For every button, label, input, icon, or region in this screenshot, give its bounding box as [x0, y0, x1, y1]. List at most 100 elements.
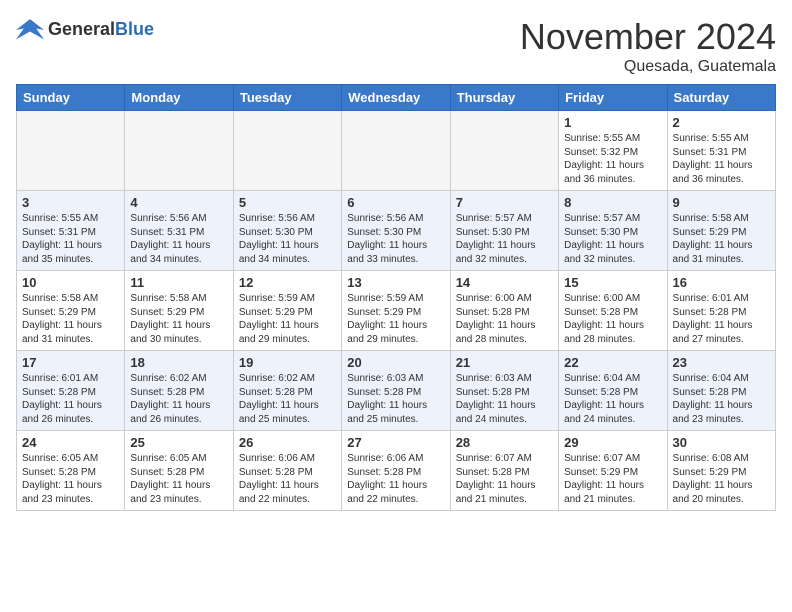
day-info: Sunrise: 6:00 AM Sunset: 5:28 PM Dayligh… — [564, 292, 661, 346]
calendar-day-cell: 1 Sunrise: 5:55 AM Sunset: 5:32 PM Daylig… — [559, 111, 667, 191]
day-number: 8 — [564, 195, 661, 210]
calendar-day-cell: 18Sunrise: 6:02 AM Sunset: 5:28 PM Dayli… — [125, 351, 233, 431]
calendar-day-cell: 11 Sunrise: 5:58 AM Sunset: 5:29 PM Dayli… — [125, 271, 233, 351]
day-info: Sunrise: 5:56 AM Sunset: 5:31 PM Dayligh… — [130, 212, 227, 266]
calendar-day-cell: 30Sunrise: 6:08 AM Sunset: 5:29 PM Dayli… — [667, 431, 775, 511]
calendar-day-cell: 5Sunrise: 5:56 AM Sunset: 5:30 PM Daylig… — [233, 191, 341, 271]
calendar-day-cell — [342, 111, 450, 191]
logo: GeneralBlue — [16, 16, 154, 44]
day-number: 25 — [130, 435, 227, 450]
calendar-day-cell — [125, 111, 233, 191]
day-number: 2 — [673, 115, 770, 130]
day-of-week-header: Tuesday — [233, 85, 341, 111]
day-number: 22 — [564, 355, 661, 370]
day-info: Sunrise: 6:01 AM Sunset: 5:28 PM Dayligh… — [22, 372, 119, 426]
calendar-day-cell: 3 Sunrise: 5:55 AM Sunset: 5:31 PM Daylig… — [17, 191, 125, 271]
day-number: 4 — [130, 195, 227, 210]
day-number: 29 — [564, 435, 661, 450]
calendar-day-cell: 29 Sunrise: 6:07 AM Sunset: 5:29 PM Dayli… — [559, 431, 667, 511]
calendar-day-cell: 8 Sunrise: 5:57 AM Sunset: 5:30 PM Daylig… — [559, 191, 667, 271]
day-number: 28 — [456, 435, 553, 450]
calendar-day-cell: 20Sunrise: 6:03 AM Sunset: 5:28 PM Dayli… — [342, 351, 450, 431]
day-info: Sunrise: 5:59 AM Sunset: 5:29 PM Dayligh… — [347, 292, 444, 346]
day-info: Sunrise: 5:58 AM Sunset: 5:29 PM Dayligh… — [673, 212, 770, 266]
calendar-day-cell: 25 Sunrise: 6:05 AM Sunset: 5:28 PM Dayli… — [125, 431, 233, 511]
day-number: 11 — [130, 275, 227, 290]
calendar-day-cell: 12Sunrise: 5:59 AM Sunset: 5:29 PM Dayli… — [233, 271, 341, 351]
day-number: 30 — [673, 435, 770, 450]
calendar-day-cell: 23Sunrise: 6:04 AM Sunset: 5:28 PM Dayli… — [667, 351, 775, 431]
day-of-week-header: Monday — [125, 85, 233, 111]
calendar-day-cell: 24 Sunrise: 6:05 AM Sunset: 5:28 PM Dayli… — [17, 431, 125, 511]
day-info: Sunrise: 5:56 AM Sunset: 5:30 PM Dayligh… — [239, 212, 336, 266]
day-info: Sunrise: 6:05 AM Sunset: 5:28 PM Dayligh… — [130, 452, 227, 506]
calendar-week-row: 1 Sunrise: 5:55 AM Sunset: 5:32 PM Daylig… — [17, 111, 776, 191]
calendar-week-row: 24 Sunrise: 6:05 AM Sunset: 5:28 PM Dayli… — [17, 431, 776, 511]
location: Quesada, Guatemala — [520, 58, 776, 76]
calendar-day-cell — [233, 111, 341, 191]
title-block: November 2024 Quesada, Guatemala — [520, 16, 776, 76]
day-of-week-header: Wednesday — [342, 85, 450, 111]
calendar-day-cell: 26 Sunrise: 6:06 AM Sunset: 5:28 PM Dayli… — [233, 431, 341, 511]
calendar-day-cell: 17Sunrise: 6:01 AM Sunset: 5:28 PM Dayli… — [17, 351, 125, 431]
day-number: 14 — [456, 275, 553, 290]
day-number: 24 — [22, 435, 119, 450]
calendar-header-row: SundayMondayTuesdayWednesdayThursdayFrid… — [17, 85, 776, 111]
day-number: 9 — [673, 195, 770, 210]
day-number: 18 — [130, 355, 227, 370]
day-info: Sunrise: 6:06 AM Sunset: 5:28 PM Dayligh… — [239, 452, 336, 506]
day-number: 16 — [673, 275, 770, 290]
calendar-day-cell — [17, 111, 125, 191]
day-number: 1 — [564, 115, 661, 130]
day-info: Sunrise: 5:57 AM Sunset: 5:30 PM Dayligh… — [564, 212, 661, 266]
day-info: Sunrise: 6:04 AM Sunset: 5:28 PM Dayligh… — [673, 372, 770, 426]
day-of-week-header: Thursday — [450, 85, 558, 111]
day-info: Sunrise: 6:01 AM Sunset: 5:28 PM Dayligh… — [673, 292, 770, 346]
day-number: 10 — [22, 275, 119, 290]
day-info: Sunrise: 6:07 AM Sunset: 5:29 PM Dayligh… — [564, 452, 661, 506]
day-number: 21 — [456, 355, 553, 370]
day-info: Sunrise: 5:56 AM Sunset: 5:30 PM Dayligh… — [347, 212, 444, 266]
day-info: Sunrise: 6:06 AM Sunset: 5:28 PM Dayligh… — [347, 452, 444, 506]
logo-blue-text: Blue — [115, 19, 154, 39]
calendar-day-cell: 7 Sunrise: 5:57 AM Sunset: 5:30 PM Daylig… — [450, 191, 558, 271]
day-number: 12 — [239, 275, 336, 290]
calendar-day-cell: 15 Sunrise: 6:00 AM Sunset: 5:28 PM Dayli… — [559, 271, 667, 351]
calendar-day-cell: 13Sunrise: 5:59 AM Sunset: 5:29 PM Dayli… — [342, 271, 450, 351]
day-of-week-header: Friday — [559, 85, 667, 111]
calendar-day-cell: 6 Sunrise: 5:56 AM Sunset: 5:30 PM Daylig… — [342, 191, 450, 271]
day-number: 15 — [564, 275, 661, 290]
day-number: 7 — [456, 195, 553, 210]
day-info: Sunrise: 6:04 AM Sunset: 5:28 PM Dayligh… — [564, 372, 661, 426]
calendar-day-cell: 22 Sunrise: 6:04 AM Sunset: 5:28 PM Dayli… — [559, 351, 667, 431]
calendar-day-cell: 21 Sunrise: 6:03 AM Sunset: 5:28 PM Dayli… — [450, 351, 558, 431]
calendar-day-cell: 27 Sunrise: 6:06 AM Sunset: 5:28 PM Dayli… — [342, 431, 450, 511]
day-info: Sunrise: 5:58 AM Sunset: 5:29 PM Dayligh… — [22, 292, 119, 346]
day-info: Sunrise: 5:58 AM Sunset: 5:29 PM Dayligh… — [130, 292, 227, 346]
calendar-day-cell: 9 Sunrise: 5:58 AM Sunset: 5:29 PM Daylig… — [667, 191, 775, 271]
day-info: Sunrise: 6:05 AM Sunset: 5:28 PM Dayligh… — [22, 452, 119, 506]
calendar-day-cell: 4 Sunrise: 5:56 AM Sunset: 5:31 PM Daylig… — [125, 191, 233, 271]
day-info: Sunrise: 5:57 AM Sunset: 5:30 PM Dayligh… — [456, 212, 553, 266]
calendar-week-row: 17Sunrise: 6:01 AM Sunset: 5:28 PM Dayli… — [17, 351, 776, 431]
calendar-day-cell: 14 Sunrise: 6:00 AM Sunset: 5:28 PM Dayli… — [450, 271, 558, 351]
calendar-day-cell: 28Sunrise: 6:07 AM Sunset: 5:28 PM Dayli… — [450, 431, 558, 511]
day-info: Sunrise: 6:00 AM Sunset: 5:28 PM Dayligh… — [456, 292, 553, 346]
day-info: Sunrise: 5:55 AM Sunset: 5:32 PM Dayligh… — [564, 132, 661, 186]
day-of-week-header: Saturday — [667, 85, 775, 111]
day-info: Sunrise: 6:03 AM Sunset: 5:28 PM Dayligh… — [456, 372, 553, 426]
page-header: GeneralBlue November 2024 Quesada, Guate… — [16, 16, 776, 76]
logo-icon — [16, 16, 44, 44]
day-number: 19 — [239, 355, 336, 370]
calendar-week-row: 10 Sunrise: 5:58 AM Sunset: 5:29 PM Dayli… — [17, 271, 776, 351]
calendar-day-cell: 16 Sunrise: 6:01 AM Sunset: 5:28 PM Dayli… — [667, 271, 775, 351]
day-number: 6 — [347, 195, 444, 210]
day-info: Sunrise: 5:55 AM Sunset: 5:31 PM Dayligh… — [22, 212, 119, 266]
day-number: 26 — [239, 435, 336, 450]
day-number: 3 — [22, 195, 119, 210]
calendar-day-cell: 19Sunrise: 6:02 AM Sunset: 5:28 PM Dayli… — [233, 351, 341, 431]
calendar-day-cell: 2Sunrise: 5:55 AM Sunset: 5:31 PM Daylig… — [667, 111, 775, 191]
logo-general-text: General — [48, 19, 115, 39]
day-number: 27 — [347, 435, 444, 450]
day-info: Sunrise: 6:03 AM Sunset: 5:28 PM Dayligh… — [347, 372, 444, 426]
